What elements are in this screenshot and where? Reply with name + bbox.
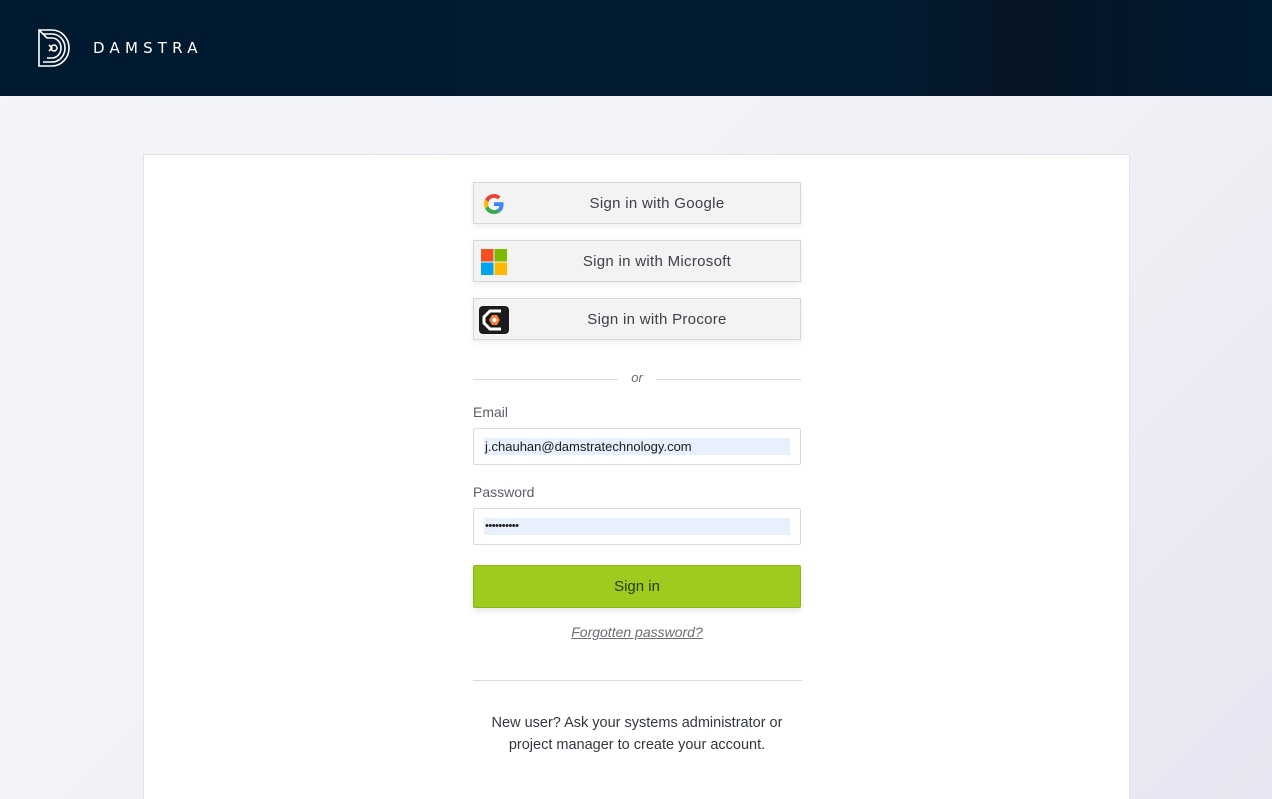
or-separator: or bbox=[631, 370, 643, 385]
sign-in-microsoft-button[interactable]: Sign in with Microsoft bbox=[473, 240, 801, 282]
google-icon bbox=[484, 194, 504, 214]
new-user-note: New user? Ask your systems administrator… bbox=[473, 712, 801, 756]
password-value: •••••••••• bbox=[484, 518, 790, 535]
new-user-note-line-2: project manager to create your account. bbox=[508, 737, 766, 753]
forgotten-password-link[interactable]: Forgotten password? bbox=[473, 624, 801, 640]
procore-icon bbox=[479, 306, 509, 334]
procore-button-label: Sign in with Procore bbox=[587, 310, 727, 328]
logo[interactable]: DAMSTRA bbox=[38, 29, 203, 67]
footer-divider bbox=[473, 680, 802, 681]
email-value: j.chauhan@damstratechnology.com bbox=[484, 438, 790, 455]
google-button-label: Sign in with Google bbox=[589, 194, 725, 212]
sign-in-procore-button[interactable]: Sign in with Procore bbox=[473, 298, 801, 340]
email-field[interactable]: j.chauhan@damstratechnology.com bbox=[473, 428, 801, 465]
top-bar: DAMSTRA bbox=[0, 0, 1272, 96]
microsoft-icon bbox=[481, 249, 507, 275]
password-field[interactable]: •••••••••• bbox=[473, 508, 801, 545]
microsoft-button-label: Sign in with Microsoft bbox=[582, 252, 732, 270]
separator-line-right bbox=[656, 379, 801, 380]
brand-name: DAMSTRA bbox=[93, 39, 203, 57]
damstra-logo-icon bbox=[38, 29, 70, 67]
email-label: Email bbox=[473, 404, 509, 420]
password-label: Password bbox=[473, 484, 535, 500]
new-user-note-line-1: New user? Ask your systems administrator… bbox=[491, 715, 783, 731]
sign-in-google-button[interactable]: Sign in with Google bbox=[473, 182, 801, 224]
separator-line-left bbox=[473, 379, 618, 380]
sign-in-button[interactable]: Sign in bbox=[473, 565, 801, 608]
